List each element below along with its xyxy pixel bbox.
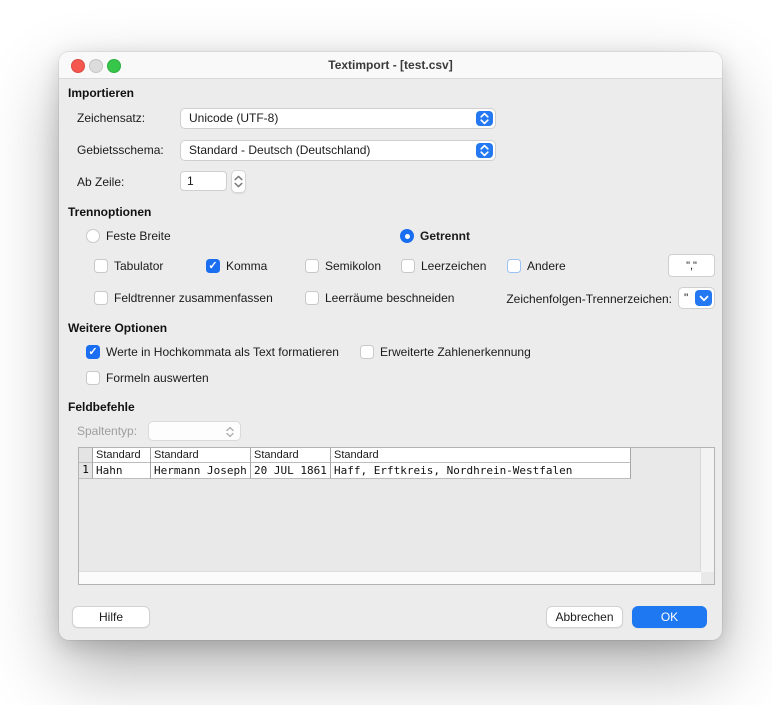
other-label[interactable]: Andere	[527, 259, 566, 273]
cancel-button[interactable]: Abbrechen	[546, 606, 623, 628]
column-type-label: Spaltentyp:	[77, 424, 137, 438]
detect-numbers-checkbox[interactable]	[360, 345, 374, 359]
chevron-up-icon	[234, 175, 243, 181]
string-delimiter-value: "	[684, 288, 688, 308]
column-header[interactable]: Standard	[151, 448, 251, 463]
fixed-width-label[interactable]: Feste Breite	[106, 229, 171, 243]
comma-label[interactable]: Komma	[226, 259, 267, 273]
from-row-label: Ab Zeile:	[77, 175, 124, 189]
string-delimiter-label: Zeichenfolgen-Trennerzeichen:	[500, 292, 672, 306]
ok-button[interactable]: OK	[632, 606, 707, 628]
merge-delimiters-checkbox[interactable]	[94, 291, 108, 305]
other-separator-input[interactable]: ","	[668, 254, 715, 277]
textimport-dialog: Textimport - [test.csv] Importieren Zeic…	[59, 52, 722, 640]
table-cell[interactable]: Hermann Joseph	[151, 463, 251, 479]
corner-cell	[79, 448, 93, 463]
detect-numbers-label[interactable]: Erweiterte Zahlenerkennung	[380, 345, 531, 359]
space-checkbox[interactable]	[401, 259, 415, 273]
column-type-dropdown	[148, 421, 241, 441]
semicolon-checkbox[interactable]	[305, 259, 319, 273]
chevron-down-icon	[234, 182, 243, 188]
evaluate-formulas-label[interactable]: Formeln auswerten	[106, 371, 209, 385]
help-button[interactable]: Hilfe	[72, 606, 150, 628]
chevron-down-icon	[695, 290, 712, 306]
merge-delimiters-label[interactable]: Feldtrenner zusammenfassen	[114, 291, 273, 305]
window-title: Textimport - [test.csv]	[59, 52, 722, 78]
locale-dropdown[interactable]: Standard - Deutsch (Deutschland)	[180, 140, 496, 161]
chevron-up-down-icon	[476, 143, 493, 158]
table-cell[interactable]: Hahn	[93, 463, 151, 479]
trim-spaces-label[interactable]: Leerräume beschneiden	[325, 291, 454, 305]
charset-value: Unicode (UTF-8)	[189, 109, 471, 128]
quoted-as-text-checkbox[interactable]	[86, 345, 100, 359]
fixed-width-radio[interactable]	[86, 229, 100, 243]
section-importieren-heading: Importieren	[68, 86, 134, 100]
column-type-value	[157, 422, 216, 441]
section-weitere-optionen-heading: Weitere Optionen	[68, 321, 167, 335]
locale-label: Gebietsschema:	[77, 143, 164, 157]
from-row-stepper[interactable]	[231, 170, 246, 193]
trim-spaces-checkbox[interactable]	[305, 291, 319, 305]
locale-value: Standard - Deutsch (Deutschland)	[189, 141, 471, 160]
charset-dropdown[interactable]: Unicode (UTF-8)	[180, 108, 496, 129]
tab-checkbox[interactable]	[94, 259, 108, 273]
table-cell[interactable]: Haff, Erftkreis, Nordhrein-Westfalen	[331, 463, 631, 479]
from-row-value: 1	[187, 172, 194, 190]
row-number: 1	[79, 463, 93, 479]
chevron-up-down-icon	[221, 424, 238, 439]
other-checkbox[interactable]	[507, 259, 521, 273]
separated-label[interactable]: Getrennt	[420, 229, 470, 243]
evaluate-formulas-checkbox[interactable]	[86, 371, 100, 385]
table-cell[interactable]: 20 JUL 1861	[251, 463, 331, 479]
column-header[interactable]: Standard	[93, 448, 151, 463]
column-header[interactable]: Standard	[331, 448, 631, 463]
string-delimiter-combo[interactable]: "	[678, 287, 715, 309]
vertical-scrollbar[interactable]	[700, 448, 714, 572]
column-header[interactable]: Standard	[251, 448, 331, 463]
section-trennoptionen-heading: Trennoptionen	[68, 205, 151, 219]
space-label[interactable]: Leerzeichen	[421, 259, 486, 273]
chevron-up-down-icon	[476, 111, 493, 126]
title-bar: Textimport - [test.csv]	[59, 52, 722, 79]
quoted-as-text-label[interactable]: Werte in Hochkommata als Text formatiere…	[106, 345, 339, 359]
charset-label: Zeichensatz:	[77, 111, 145, 125]
comma-checkbox[interactable]	[206, 259, 220, 273]
from-row-input[interactable]: 1	[180, 171, 227, 191]
semicolon-label[interactable]: Semikolon	[325, 259, 381, 273]
section-feldbefehle-heading: Feldbefehle	[68, 400, 135, 414]
tab-label[interactable]: Tabulator	[114, 259, 163, 273]
separated-radio[interactable]	[400, 229, 414, 243]
horizontal-scrollbar[interactable]	[79, 571, 701, 584]
preview-table[interactable]: Standard Standard Standard Standard 1 Ha…	[78, 447, 715, 585]
other-separator-value: ","	[669, 255, 714, 276]
